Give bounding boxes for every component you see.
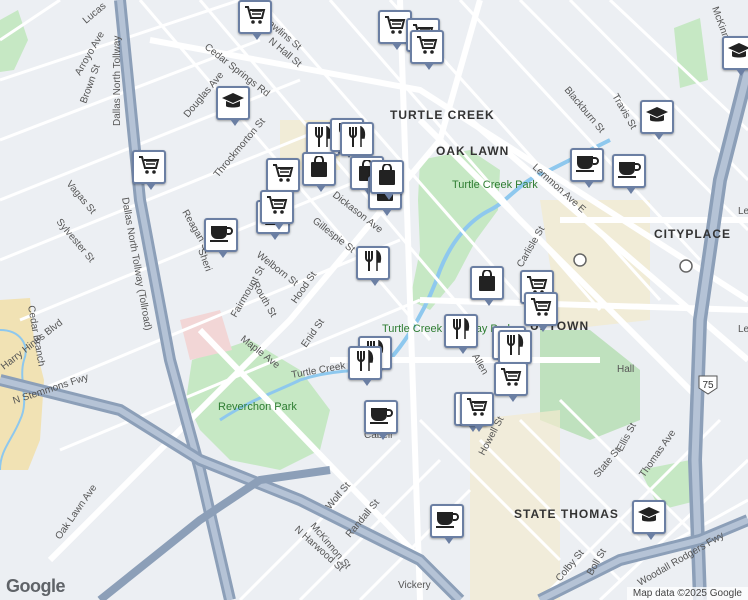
street-label: Wolf St	[324, 480, 353, 512]
street-label: Dallas North Tollway	[112, 36, 123, 126]
shopping-bag-icon	[478, 268, 496, 297]
park-label-reverchon-park: Reverchon Park	[218, 401, 297, 413]
grocery-cart-icon	[272, 163, 294, 188]
grocery-cart-icon	[266, 195, 288, 220]
map-attribution[interactable]: Map data ©2025 Google	[626, 587, 748, 600]
street-label: Blackburn St	[562, 85, 607, 136]
street-label: Lemm	[738, 324, 748, 335]
map-marker-restaurant[interactable]	[340, 122, 374, 162]
restaurant-fork-knife-icon	[505, 333, 525, 361]
street-label: Travis St	[609, 92, 638, 132]
map-marker-cart[interactable]	[524, 292, 558, 332]
coffee-cup-icon	[575, 154, 599, 177]
map-marker-school[interactable]	[722, 36, 748, 76]
restaurant-fork-knife-icon	[363, 249, 383, 277]
coffee-cup-icon	[369, 406, 393, 429]
park-label-turtle-creek-park: Turtle Creek Park	[452, 179, 538, 191]
grocery-cart-icon	[244, 5, 266, 30]
street-label: Vagas St	[64, 179, 98, 217]
google-logo: Google	[6, 576, 66, 596]
school-cap-icon	[221, 92, 245, 115]
grocery-cart-icon	[138, 155, 160, 180]
shopping-bag-icon	[378, 162, 396, 191]
grocery-cart-icon	[466, 397, 488, 422]
street-label: Le	[738, 206, 748, 217]
neighborhood-turtle-creek: TURTLE CREEK	[390, 108, 495, 122]
map-marker-cart[interactable]	[238, 0, 272, 40]
grocery-cart-icon	[416, 35, 438, 60]
neighborhood-state-thomas: STATE THOMAS	[514, 507, 619, 521]
map-marker-cart[interactable]	[132, 150, 166, 190]
map-marker-coffee[interactable]	[204, 218, 238, 258]
map-marker-restaurant[interactable]	[498, 330, 532, 370]
map-marker-cart[interactable]	[260, 190, 294, 230]
restaurant-fork-knife-icon	[355, 349, 375, 377]
street-label: Allen	[469, 352, 490, 377]
transit-station-icon[interactable]	[679, 259, 693, 273]
map-marker-restaurant[interactable]	[444, 314, 478, 354]
coffee-cup-icon	[435, 510, 459, 533]
neighborhood-cityplace: CITYPLACE	[654, 227, 731, 241]
restaurant-fork-knife-icon	[451, 317, 471, 345]
map-marker-bag[interactable]	[302, 152, 336, 192]
school-cap-icon	[637, 506, 661, 529]
shopping-bag-icon	[310, 154, 328, 183]
street-label: Hall	[617, 364, 634, 375]
map-marker-coffee[interactable]	[570, 148, 604, 188]
street-label: Lucas	[81, 1, 109, 27]
map-marker-restaurant[interactable]	[356, 246, 390, 286]
map-marker-cart[interactable]	[266, 158, 300, 198]
school-cap-icon	[645, 106, 669, 129]
map-marker-coffee[interactable]	[430, 504, 464, 544]
coffee-cup-icon	[617, 160, 641, 183]
school-cap-icon	[727, 42, 748, 65]
restaurant-fork-knife-icon	[347, 125, 367, 153]
street-label: Vickery	[398, 580, 431, 591]
map-marker-restaurant[interactable]	[348, 346, 382, 386]
map-marker-cart[interactable]	[410, 30, 444, 70]
map-marker-bag[interactable]	[470, 266, 504, 306]
grocery-cart-icon	[384, 15, 406, 40]
map-canvas[interactable]: 75 TURTLE CREEK OAK LAWN CITYPLACE UPTOW…	[0, 0, 748, 600]
map-marker-school[interactable]	[216, 86, 250, 126]
map-marker-coffee[interactable]	[612, 154, 646, 194]
map-marker-cart[interactable]	[460, 392, 494, 432]
street-label: Gillespie St	[310, 216, 357, 256]
grocery-cart-icon	[530, 297, 552, 322]
svg-text:75: 75	[702, 380, 714, 391]
map-marker-bag[interactable]	[370, 160, 404, 200]
street-label: State St	[592, 445, 623, 479]
map-marker-coffee[interactable]	[364, 400, 398, 440]
map-marker-school[interactable]	[632, 500, 666, 540]
map-marker-school[interactable]	[640, 100, 674, 140]
map-marker-cart[interactable]	[494, 362, 528, 402]
coffee-cup-icon	[209, 224, 233, 247]
neighborhood-oak-lawn: OAK LAWN	[436, 144, 509, 158]
transit-station-icon[interactable]	[573, 253, 587, 267]
grocery-cart-icon	[500, 367, 522, 392]
